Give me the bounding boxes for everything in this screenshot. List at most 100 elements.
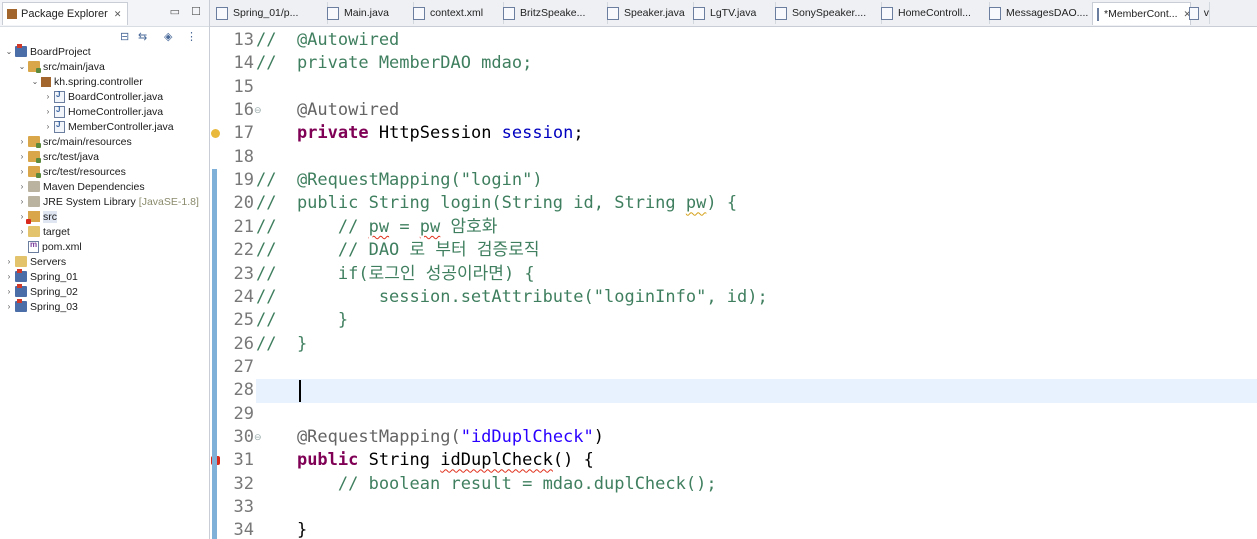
- tree-item[interactable]: › Maven Dependencies: [17, 179, 145, 194]
- line-number: 29: [233, 403, 254, 424]
- tree-item[interactable]: › HomeController.java: [43, 104, 163, 119]
- line-number: 13: [233, 30, 254, 50]
- collapse-all-icon[interactable]: ⊟: [120, 30, 129, 43]
- code-line[interactable]: // public String login(String id, String…: [256, 192, 1257, 215]
- line-number: 26: [233, 333, 254, 354]
- pkg-icon: [41, 76, 51, 87]
- line-number-gutter: 13 14 15 16 ⊖ 17 18 19 20 21 22 23 24 25 26 27 28 29 30 ⊖ 31…: [220, 27, 262, 539]
- code-line[interactable]: }: [256, 519, 1257, 539]
- editor-tab[interactable]: context.xml: [409, 2, 504, 24]
- code-line[interactable]: // }: [256, 309, 1257, 332]
- tree-item[interactable]: › Spring_02: [4, 284, 78, 299]
- expand-arrow-right-icon[interactable]: ›: [17, 227, 27, 236]
- expand-arrow-down-icon[interactable]: ⌄: [17, 62, 27, 71]
- editor-tab[interactable]: *MemberCont... ✕: [1092, 2, 1191, 25]
- expand-arrow-right-icon[interactable]: ›: [17, 197, 27, 206]
- tree-item[interactable]: › JRE System Library [JavaSE-1.8]: [17, 194, 199, 209]
- expand-arrow-right-icon[interactable]: ›: [43, 122, 53, 131]
- expand-arrow-right-icon[interactable]: ›: [43, 107, 53, 116]
- view-controls: ▭ ☐: [162, 5, 201, 18]
- code-line[interactable]: // }: [256, 333, 1257, 356]
- tree-item[interactable]: › Spring_01: [4, 269, 78, 284]
- code-line[interactable]: [256, 379, 1257, 403]
- tree-item[interactable]: › MemberController.java: [43, 119, 174, 134]
- tab-package-explorer[interactable]: Package Explorer ✕: [2, 2, 129, 25]
- tree-item[interactable]: › target: [17, 224, 70, 239]
- line-number: 25: [233, 310, 254, 331]
- code-line[interactable]: [256, 496, 1257, 519]
- tree-item[interactable]: › src/main/resources: [17, 134, 132, 149]
- editor-tab[interactable]: LgTV.java: [689, 2, 776, 24]
- tree-item-label: kh.spring.controller: [54, 75, 143, 88]
- code-line[interactable]: @RequestMapping("idDuplCheck"): [256, 426, 1257, 449]
- code-token: "idDuplCheck": [460, 426, 594, 447]
- tree-item[interactable]: › Servers: [4, 254, 67, 269]
- line-number: 18: [233, 146, 254, 167]
- expand-arrow-right-icon[interactable]: ›: [4, 272, 14, 281]
- code-line[interactable]: // // pw = pw 암호화: [256, 216, 1257, 239]
- code-line[interactable]: // boolean result = mdao.duplCheck();: [256, 473, 1257, 496]
- code-line[interactable]: [256, 146, 1257, 169]
- warning-marker-icon[interactable]: [211, 129, 220, 139]
- code-token: session: [501, 123, 574, 144]
- tree-item[interactable]: › BoardController.java: [43, 89, 163, 104]
- expand-arrow-right-icon[interactable]: ›: [43, 92, 53, 101]
- expand-arrow-right-icon[interactable]: ›: [17, 167, 27, 176]
- tree-item[interactable]: ⌄ src/main/java: [17, 59, 105, 74]
- editor-tab[interactable]: Speaker.java: [603, 2, 694, 24]
- javafile-icon: [54, 120, 65, 133]
- expand-arrow-right-icon[interactable]: ›: [17, 152, 27, 161]
- tree-item[interactable]: › src/test/java: [17, 149, 99, 164]
- tree-item[interactable]: ⌄ kh.spring.controller: [30, 74, 143, 89]
- code-line[interactable]: // if(로그인 성공이라면) {: [256, 263, 1257, 286]
- expand-arrow-right-icon[interactable]: ›: [4, 287, 14, 296]
- minimize-icon[interactable]: ▭: [170, 6, 180, 18]
- code-line[interactable]: // session.setAttribute("loginInfo", id)…: [256, 286, 1257, 309]
- tree-item[interactable]: ⌄ BoardProject: [4, 44, 91, 59]
- tree-item[interactable]: pom.xml: [17, 239, 82, 254]
- code-token: pw: [419, 216, 441, 237]
- code-line[interactable]: [256, 76, 1257, 99]
- expand-arrow-right-icon[interactable]: ›: [4, 302, 14, 311]
- code-line[interactable]: // @Autowired: [256, 29, 1257, 52]
- jre-version-label: [JavaSE-1.8]: [138, 195, 199, 208]
- code-line[interactable]: [256, 356, 1257, 379]
- project-icon: [15, 284, 27, 297]
- code-line[interactable]: [256, 403, 1257, 426]
- editor-tab[interactable]: BritzSpeake...: [499, 2, 608, 24]
- expand-arrow-right-icon[interactable]: ›: [4, 257, 14, 266]
- code-line[interactable]: // private MemberDAO mdao;: [256, 52, 1257, 75]
- editor-tab[interactable]: v: [1185, 2, 1210, 24]
- file-icon: [881, 6, 893, 20]
- editor-tab[interactable]: Spring_01/p...: [212, 2, 328, 24]
- code-line[interactable]: // @RequestMapping("login"): [256, 169, 1257, 192]
- code-editor[interactable]: 13 14 15 16 ⊖ 17 18 19 20 21 22 23 24 25 26 27 28 29 30 ⊖ 31…: [210, 27, 1257, 539]
- expand-arrow-right-icon[interactable]: ›: [17, 137, 27, 146]
- code-line[interactable]: public String idDuplCheck() {: [256, 449, 1257, 472]
- code-line[interactable]: @Autowired: [256, 99, 1257, 122]
- code-line[interactable]: private HttpSession session;: [256, 122, 1257, 145]
- line-number: 21: [233, 216, 254, 237]
- editor-tab[interactable]: SonySpeaker....: [771, 2, 882, 24]
- code-token: }: [256, 520, 308, 539]
- code-token: () {: [552, 450, 594, 471]
- code-area[interactable]: // @Autowired// private MemberDAO mdao; …: [256, 27, 1257, 539]
- editor-tab[interactable]: HomeControll...: [877, 2, 990, 24]
- maximize-icon[interactable]: ☐: [191, 6, 201, 18]
- editor-tab[interactable]: MessagesDAO....: [985, 2, 1097, 24]
- expand-arrow-right-icon[interactable]: ›: [17, 182, 27, 191]
- tree-item[interactable]: › Spring_03: [4, 299, 78, 314]
- tree-item[interactable]: › src/test/resources: [17, 164, 126, 179]
- tree-item[interactable]: › src: [17, 209, 57, 224]
- code-line[interactable]: // // DAO 로 부터 검증로직: [256, 239, 1257, 262]
- view-menu-icon[interactable]: ⋮: [186, 30, 197, 43]
- editor-tab-label: Spring_01/p...: [233, 7, 299, 19]
- link-with-editor-icon[interactable]: ⇆: [138, 30, 147, 43]
- project-icon: [15, 44, 27, 57]
- focus-icon[interactable]: ◈: [164, 30, 172, 43]
- editor-tab[interactable]: Main.java: [323, 2, 414, 24]
- line-number: 27: [233, 356, 254, 377]
- expand-arrow-down-icon[interactable]: ⌄: [4, 47, 14, 56]
- expand-arrow-down-icon[interactable]: ⌄: [30, 77, 40, 86]
- close-icon[interactable]: ✕: [114, 9, 122, 20]
